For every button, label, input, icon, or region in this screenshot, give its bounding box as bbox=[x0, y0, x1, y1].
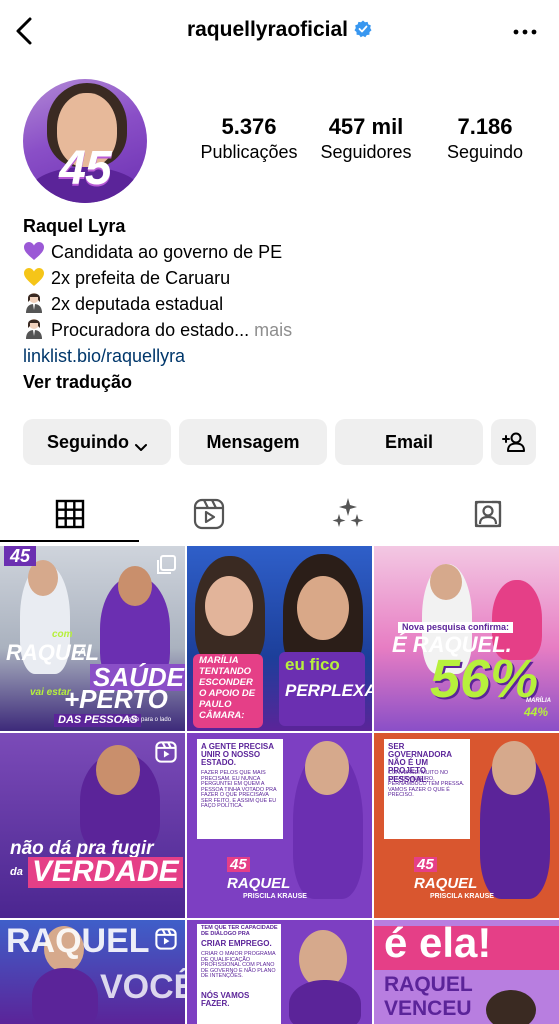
reels-icon bbox=[155, 928, 177, 950]
profile-bio: Raquel Lyra Candidata ao governo de PE 2… bbox=[23, 213, 543, 395]
ellipsis-icon[interactable] bbox=[511, 22, 539, 42]
following-button[interactable]: Seguindo bbox=[23, 419, 171, 465]
message-button[interactable]: Mensagem bbox=[179, 419, 327, 465]
add-person-button[interactable] bbox=[491, 419, 536, 465]
post-thumbnail[interactable]: TEM QUE TER CAPACIDADE DE DIÁLOGO PRA CR… bbox=[187, 920, 372, 1024]
stat-value: 7.186 bbox=[457, 114, 513, 139]
post-thumbnail[interactable]: A GENTE PRECISA UNIR O NOSSO ESTADO. FAZ… bbox=[187, 733, 372, 918]
tab-tagged[interactable] bbox=[418, 490, 557, 542]
post-thumbnail[interactable]: RAQUEL VOCÊ bbox=[0, 920, 185, 1024]
tab-grid[interactable] bbox=[0, 490, 139, 542]
stat-followers[interactable]: 457 mil Seguidores bbox=[310, 114, 422, 163]
bio-link[interactable]: linklist.bio/raquellyra bbox=[23, 343, 543, 369]
tab-reels[interactable] bbox=[139, 490, 278, 542]
stat-label: Seguindo bbox=[446, 142, 524, 162]
tagged-icon bbox=[472, 498, 504, 535]
post-thumbnail[interactable]: SER GOVERNADORA NÃO É UM PROJETO PESSOAL… bbox=[374, 733, 559, 918]
post-thumbnail[interactable]: não dá pra fugir da VERDADE bbox=[0, 733, 185, 918]
stat-following[interactable]: 7.186 Seguindo bbox=[430, 114, 540, 163]
sparkles-icon bbox=[330, 496, 366, 537]
chevron-down-icon bbox=[135, 437, 147, 451]
avatar-number: 45 bbox=[59, 142, 111, 195]
add-person-icon bbox=[501, 431, 526, 453]
post-thumbnail[interactable]: Nova pesquisa confirma: É RAQUEL. 56% 44… bbox=[374, 546, 559, 731]
reels-icon bbox=[193, 498, 225, 535]
woman-office-worker-icon bbox=[23, 317, 47, 339]
profile-name: Raquel Lyra bbox=[23, 216, 126, 236]
post-thumbnail[interactable]: MARÍLIA TENTANDO ESCONDER O APOIO DE PAU… bbox=[187, 546, 372, 731]
username: raquellyraoficial bbox=[186, 18, 349, 41]
post-thumbnail[interactable]: 45 com RAQUEL A SAÚDE vai estar +PERTO D… bbox=[0, 546, 185, 731]
carousel-icon bbox=[155, 554, 177, 576]
bio-line: 2x prefeita de Caruaru bbox=[23, 265, 543, 291]
stat-value: 457 mil bbox=[328, 114, 404, 139]
purple-heart-icon bbox=[23, 241, 47, 261]
more-link[interactable]: mais bbox=[254, 320, 292, 340]
profile-avatar[interactable]: 45 bbox=[23, 79, 147, 203]
top-bar: raquellyraoficial bbox=[0, 0, 559, 64]
grid-icon bbox=[55, 499, 85, 534]
post-thumbnail[interactable]: é ela! RAQUEL VENCEU bbox=[374, 920, 559, 1024]
profile-username-header: raquellyraoficial bbox=[0, 18, 559, 42]
reels-icon bbox=[155, 741, 177, 763]
woman-office-worker-icon bbox=[23, 291, 47, 313]
yellow-heart-icon bbox=[23, 267, 47, 287]
stat-label: Publicações bbox=[200, 142, 298, 162]
stat-posts[interactable]: 5.376 Publicações bbox=[190, 114, 308, 163]
bio-line: Candidata ao governo de PE bbox=[23, 239, 543, 265]
verified-badge-icon bbox=[354, 20, 372, 38]
tab-collab[interactable] bbox=[278, 490, 417, 542]
stat-value: 5.376 bbox=[221, 114, 277, 139]
profile-stats: 5.376 Publicações 457 mil Seguidores 7.1… bbox=[190, 114, 550, 174]
bio-line: 2x deputada estadual bbox=[23, 291, 543, 317]
email-button[interactable]: Email bbox=[335, 419, 483, 465]
translate-link[interactable]: Ver tradução bbox=[23, 369, 543, 395]
profile-tabs bbox=[0, 490, 559, 544]
active-tab-indicator bbox=[0, 540, 139, 542]
bio-line: Procuradora do estado... mais bbox=[23, 317, 543, 343]
stat-label: Seguidores bbox=[320, 142, 412, 162]
posts-grid: 45 com RAQUEL A SAÚDE vai estar +PERTO D… bbox=[0, 546, 559, 1024]
